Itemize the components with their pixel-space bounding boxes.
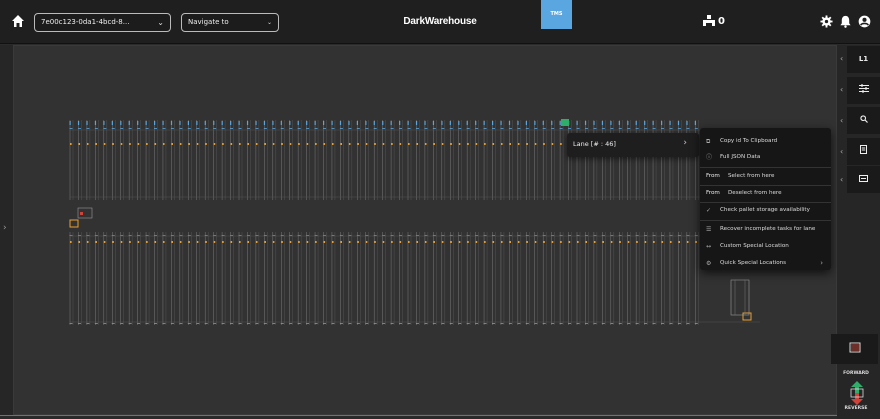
warehouse-select[interactable]: 7e00c123-0da1-4bcd-8... ⌄	[34, 13, 171, 32]
window-icon	[859, 175, 868, 182]
filter-button[interactable]	[847, 77, 880, 104]
direction-toggle-icon[interactable]	[848, 381, 866, 405]
pallet-toggle-button[interactable]	[831, 334, 878, 364]
chevron-right-icon: ›	[820, 259, 823, 267]
check-icon: ✓	[706, 207, 712, 214]
document-button[interactable]	[847, 138, 880, 165]
left-panel-toggle[interactable]: ›	[0, 45, 13, 415]
chevron-right-icon: ›	[3, 223, 7, 233]
search-button[interactable]	[847, 107, 880, 134]
navigate-placeholder: Navigate to	[188, 18, 229, 26]
home-icon[interactable]	[11, 14, 25, 28]
gear-icon: ⚙	[706, 260, 712, 267]
app-title: DarkWarehouse	[403, 16, 477, 27]
robot-count: 0	[718, 16, 725, 27]
reverse-label: REVERSE	[844, 406, 868, 411]
search-icon	[859, 115, 868, 123]
menu-item-label: Check pallet storage availability	[720, 207, 810, 213]
account-icon[interactable]	[858, 15, 871, 28]
gear-icon[interactable]	[820, 15, 833, 28]
forward-label: FORWARD	[843, 371, 869, 376]
chevron-left-icon[interactable]: ‹	[840, 175, 843, 184]
robot-icon	[703, 15, 715, 26]
info-icon: ⓘ	[706, 154, 713, 161]
menu-item-recover-tasks[interactable]: ☰ Recover incomplete tasks for lane	[700, 221, 831, 238]
copy-icon: ⧉	[706, 138, 711, 145]
menu-item-prefix: From	[706, 173, 720, 179]
bell-icon[interactable]	[839, 15, 852, 28]
menu-item-quick-locations[interactable]: ⚙ Quick Special Locations ›	[700, 255, 831, 272]
arrows-icon: ↔	[706, 243, 712, 250]
menu-item-label: Full JSON Data	[720, 154, 761, 160]
menu-item-copy-id[interactable]: ⧉ Copy id To Clipboard	[700, 133, 831, 150]
chevron-right-icon: ›	[683, 138, 687, 148]
level-button[interactable]: L1	[847, 46, 880, 73]
chevron-left-icon[interactable]: ‹	[840, 147, 843, 156]
chevron-down-icon: ⌄	[266, 19, 272, 26]
menu-item-select-from-here[interactable]: From Select from here	[700, 168, 831, 185]
chevron-left-icon[interactable]: ‹	[840, 54, 843, 63]
chevron-left-icon[interactable]: ‹	[840, 116, 843, 125]
menu-item-label: Deselect from here	[728, 190, 782, 196]
lane-tooltip[interactable]: Lane [# : 46] ›	[567, 133, 699, 157]
bottom-scrollbar[interactable]	[0, 415, 837, 419]
robot-counter: 0	[703, 15, 725, 27]
lane-label: Lane [# : 46]	[573, 140, 616, 148]
menu-item-label: Quick Special Locations	[720, 260, 787, 266]
context-menu: ⧉ Copy id To Clipboard ⓘ Full JSON Data Fr…	[700, 128, 831, 270]
menu-item-label: Recover incomplete tasks for lane	[720, 226, 816, 232]
menu-item-deselect-from-here[interactable]: From Deselect from here	[700, 185, 831, 202]
chevron-left-icon[interactable]: ‹	[840, 85, 843, 94]
menu-item-label: Custom Special Location	[720, 243, 789, 249]
panel-button[interactable]	[847, 166, 880, 193]
pallet-icon	[849, 342, 861, 353]
chevron-down-icon: ⌄	[157, 18, 164, 27]
menu-item-full-json[interactable]: ⓘ Full JSON Data	[700, 149, 831, 166]
menu-item-custom-location[interactable]: ↔ Custom Special Location	[700, 238, 831, 255]
tasks-icon: ☰	[706, 226, 712, 233]
menu-item-label: Select from here	[728, 173, 775, 179]
navigate-select[interactable]: Navigate to ⌄	[181, 13, 279, 32]
document-icon	[860, 145, 867, 154]
sliders-icon	[858, 84, 869, 93]
tms-button[interactable]: TMS	[541, 0, 572, 29]
menu-item-label: Copy id To Clipboard	[720, 138, 778, 144]
warehouse-id: 7e00c123-0da1-4bcd-8...	[41, 18, 130, 26]
top-bar: 7e00c123-0da1-4bcd-8... ⌄ Navigate to ⌄ …	[0, 0, 880, 44]
menu-item-check-storage[interactable]: ✓ Check pallet storage availability	[700, 202, 831, 219]
menu-item-prefix: From	[706, 190, 720, 196]
